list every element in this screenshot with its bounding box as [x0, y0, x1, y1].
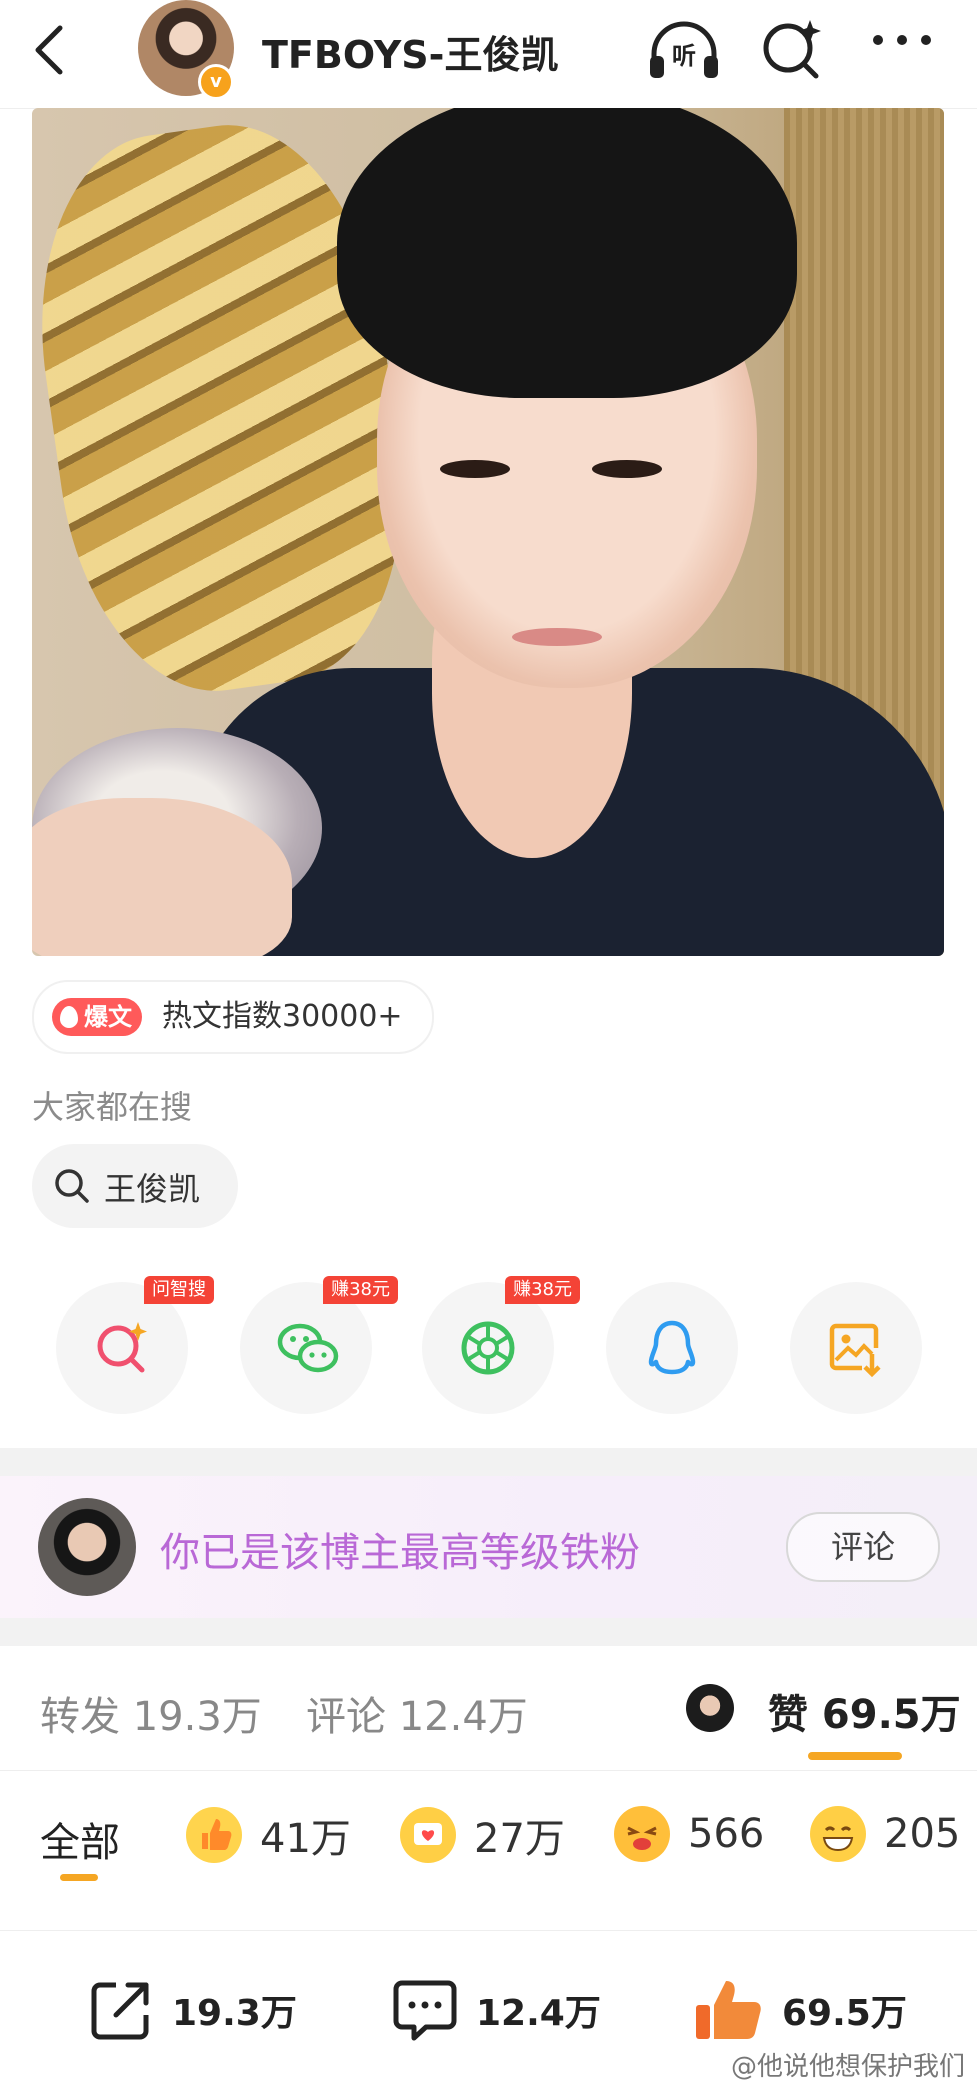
- share-tag: 问智搜: [144, 1276, 214, 1304]
- heart-message-icon: [400, 1807, 456, 1863]
- wink-face-icon: [614, 1806, 670, 1862]
- share-wechat-button[interactable]: 赚38元: [240, 1276, 398, 1414]
- reaction-count: 41万: [260, 1816, 351, 1862]
- share-tag: 赚38元: [323, 1276, 398, 1304]
- comment-bubble-icon: [393, 1980, 457, 2041]
- reaction-count: 27万: [474, 1816, 565, 1862]
- wechat-icon: [277, 1323, 339, 1373]
- hot-tag: 爆文: [52, 998, 142, 1036]
- blogger-avatar[interactable]: v: [138, 0, 238, 100]
- reaction-count: 205: [884, 1811, 961, 1857]
- moments-shutter-icon: [461, 1321, 515, 1375]
- comment-count-button[interactable]: 12.4万: [390, 1975, 601, 2045]
- like-tab[interactable]: 赞 69.5万: [768, 1682, 961, 1740]
- section-divider: [0, 1448, 977, 1476]
- reaction-thumbs-up[interactable]: 41万: [186, 1806, 351, 1864]
- hot-index-text: 热文指数30000+: [162, 999, 403, 1034]
- search-icon: [55, 1169, 89, 1203]
- share-ai-search-button[interactable]: 问智搜: [56, 1276, 214, 1414]
- post-photo[interactable]: [32, 108, 944, 956]
- photo-mouth: [512, 628, 602, 646]
- active-tab-indicator: [60, 1874, 98, 1881]
- grin-face-icon: [810, 1806, 866, 1862]
- search-caption: 大家都在搜: [32, 1088, 193, 1126]
- active-tab-indicator: [808, 1752, 902, 1760]
- repost-tab[interactable]: 转发 19.3万: [40, 1684, 262, 1742]
- comment-count: 12.4万: [476, 1993, 601, 2034]
- chevron-left-icon: [35, 25, 63, 75]
- ai-search-icon: [97, 1322, 147, 1373]
- search-suggestion-chip[interactable]: 王俊凯: [32, 1144, 238, 1228]
- hot-tag-label: 爆文: [84, 1003, 132, 1031]
- share-moments-button[interactable]: 赚38元: [422, 1276, 580, 1414]
- ai-search-button[interactable]: [758, 14, 828, 84]
- sparkle-search-icon: [763, 20, 821, 79]
- comment-button[interactable]: 评论: [786, 1512, 940, 1582]
- share-qq-button[interactable]: [606, 1282, 738, 1414]
- hot-post-badge[interactable]: 爆文 热文指数30000+: [32, 980, 434, 1054]
- search-suggestion-label: 王俊凯: [104, 1170, 201, 1208]
- top-bar: v TFBOYS-王俊凯 听: [0, 0, 977, 109]
- like-count: 69.5万: [782, 1993, 907, 2034]
- thumbs-up-icon: [186, 1807, 242, 1863]
- reaction-grin[interactable]: 205: [810, 1806, 960, 1862]
- listen-label: 听: [672, 42, 696, 70]
- reaction-heart[interactable]: 27万: [400, 1806, 565, 1864]
- qq-penguin-icon: [648, 1320, 696, 1375]
- repost-button[interactable]: 19.3万: [86, 1975, 297, 2045]
- photo-hair: [337, 108, 797, 398]
- reaction-count: 566: [688, 1811, 765, 1857]
- avatar: [686, 1684, 734, 1732]
- fan-level-banner: 你已是该博主最高等级铁粉 评论: [0, 1476, 977, 1618]
- bottom-action-bar: 19.3万 12.4万 69.5万 @他说他想保护我们: [0, 1930, 977, 2087]
- reaction-wink[interactable]: 566: [614, 1806, 764, 1862]
- page-title[interactable]: TFBOYS-王俊凯: [262, 24, 558, 79]
- back-button[interactable]: [30, 20, 90, 84]
- photo-eye-right: [592, 460, 662, 478]
- flame-icon: [60, 1006, 78, 1028]
- thumbs-up-filled-icon: [696, 1981, 761, 2039]
- save-image-button[interactable]: [790, 1282, 922, 1414]
- listen-button[interactable]: 听: [644, 16, 724, 86]
- more-dots-icon: [873, 35, 931, 45]
- reaction-all-tab[interactable]: 全部: [40, 1810, 120, 1868]
- comment-tab[interactable]: 评论 12.4万: [306, 1684, 528, 1742]
- fan-level-text: 你已是该博主最高等级铁粉: [160, 1530, 640, 1576]
- photo-eye-left: [440, 460, 510, 478]
- more-button[interactable]: [868, 30, 938, 70]
- avatar[interactable]: [38, 1498, 136, 1596]
- engagement-stats: 转发 19.3万 评论 12.4万 赞 69.5万: [0, 1646, 977, 1771]
- like-button[interactable]: 69.5万: [692, 1975, 907, 2045]
- section-divider: [0, 1618, 977, 1646]
- weibo-watermark: @他说他想保护我们: [730, 2052, 965, 2082]
- share-arrow-icon: [91, 1982, 149, 2040]
- share-tag: 赚38元: [505, 1276, 580, 1304]
- verified-icon: v: [198, 64, 234, 100]
- repost-count: 19.3万: [172, 1993, 297, 2034]
- reaction-filter-bar: 全部 41万 27万 566 205: [0, 1770, 977, 1931]
- save-image-icon: [829, 1323, 881, 1378]
